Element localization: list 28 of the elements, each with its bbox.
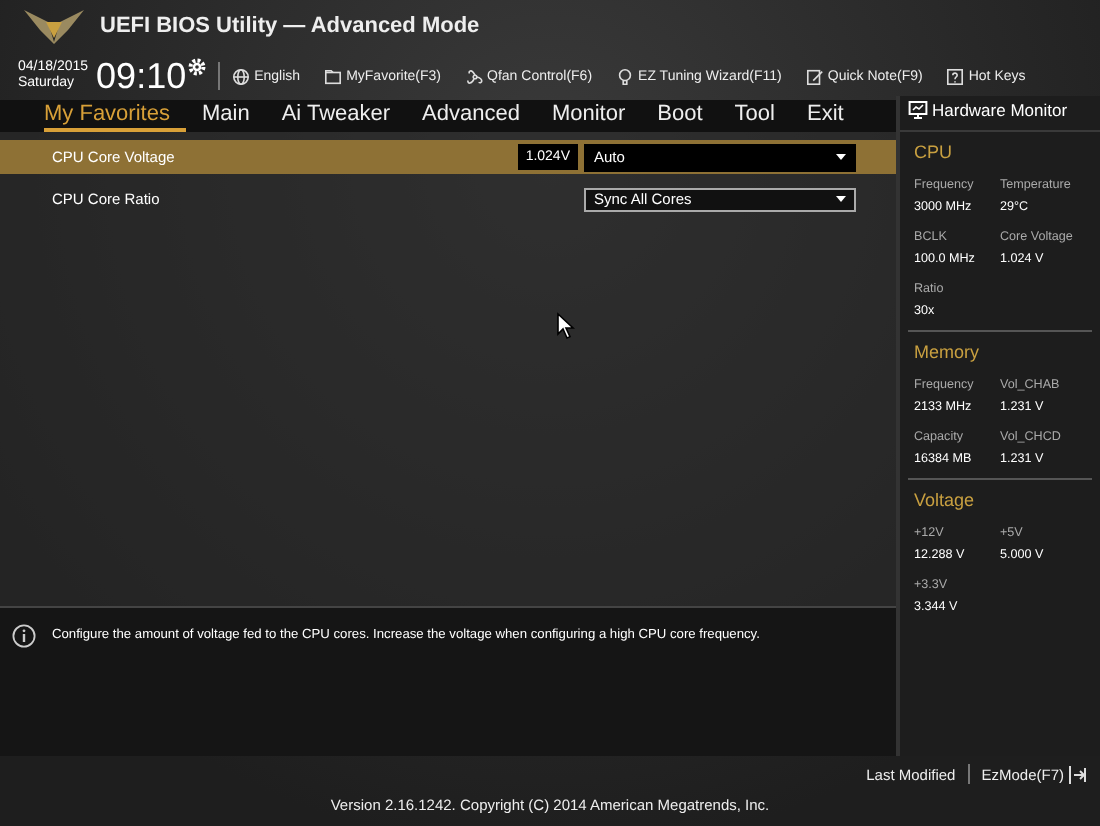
info-icon: [12, 624, 36, 648]
menu-tab[interactable]: Tool: [718, 100, 791, 132]
fan-icon: [465, 67, 484, 85]
menu-tab[interactable]: Advanced: [406, 100, 536, 132]
wings-logo: [20, 6, 88, 46]
settings-icon[interactable]: [188, 58, 207, 76]
menu-tab[interactable]: Ai Tweaker: [265, 100, 407, 132]
menu-tab[interactable]: Monitor: [535, 100, 642, 132]
folder-icon: [324, 67, 343, 85]
exit-icon: [1068, 765, 1088, 783]
caret-icon: [836, 154, 846, 160]
section-title: Voltage: [914, 490, 977, 510]
section-title: CPU: [914, 142, 955, 162]
section-title: Memory: [914, 342, 982, 362]
mouse-cursor-icon: [556, 312, 576, 340]
menu-tab[interactable]: My Favorites: [44, 100, 186, 132]
caret-icon: [836, 196, 846, 202]
notepad-icon: [805, 67, 824, 85]
lightbulb-icon: [616, 67, 635, 85]
menu-tab[interactable]: Exit: [790, 100, 860, 132]
menu-tab[interactable]: Main: [185, 100, 266, 132]
help-icon: [946, 67, 965, 85]
clock-time: 09:10: [96, 58, 187, 94]
menu-tab[interactable]: Boot: [641, 100, 719, 132]
window-title: UEFI BIOS Utility — Advanced Mode: [100, 14, 480, 38]
panel-title: Hardware Monitor: [932, 100, 1068, 120]
monitor-icon: [908, 100, 928, 120]
globe-icon: [232, 67, 251, 85]
